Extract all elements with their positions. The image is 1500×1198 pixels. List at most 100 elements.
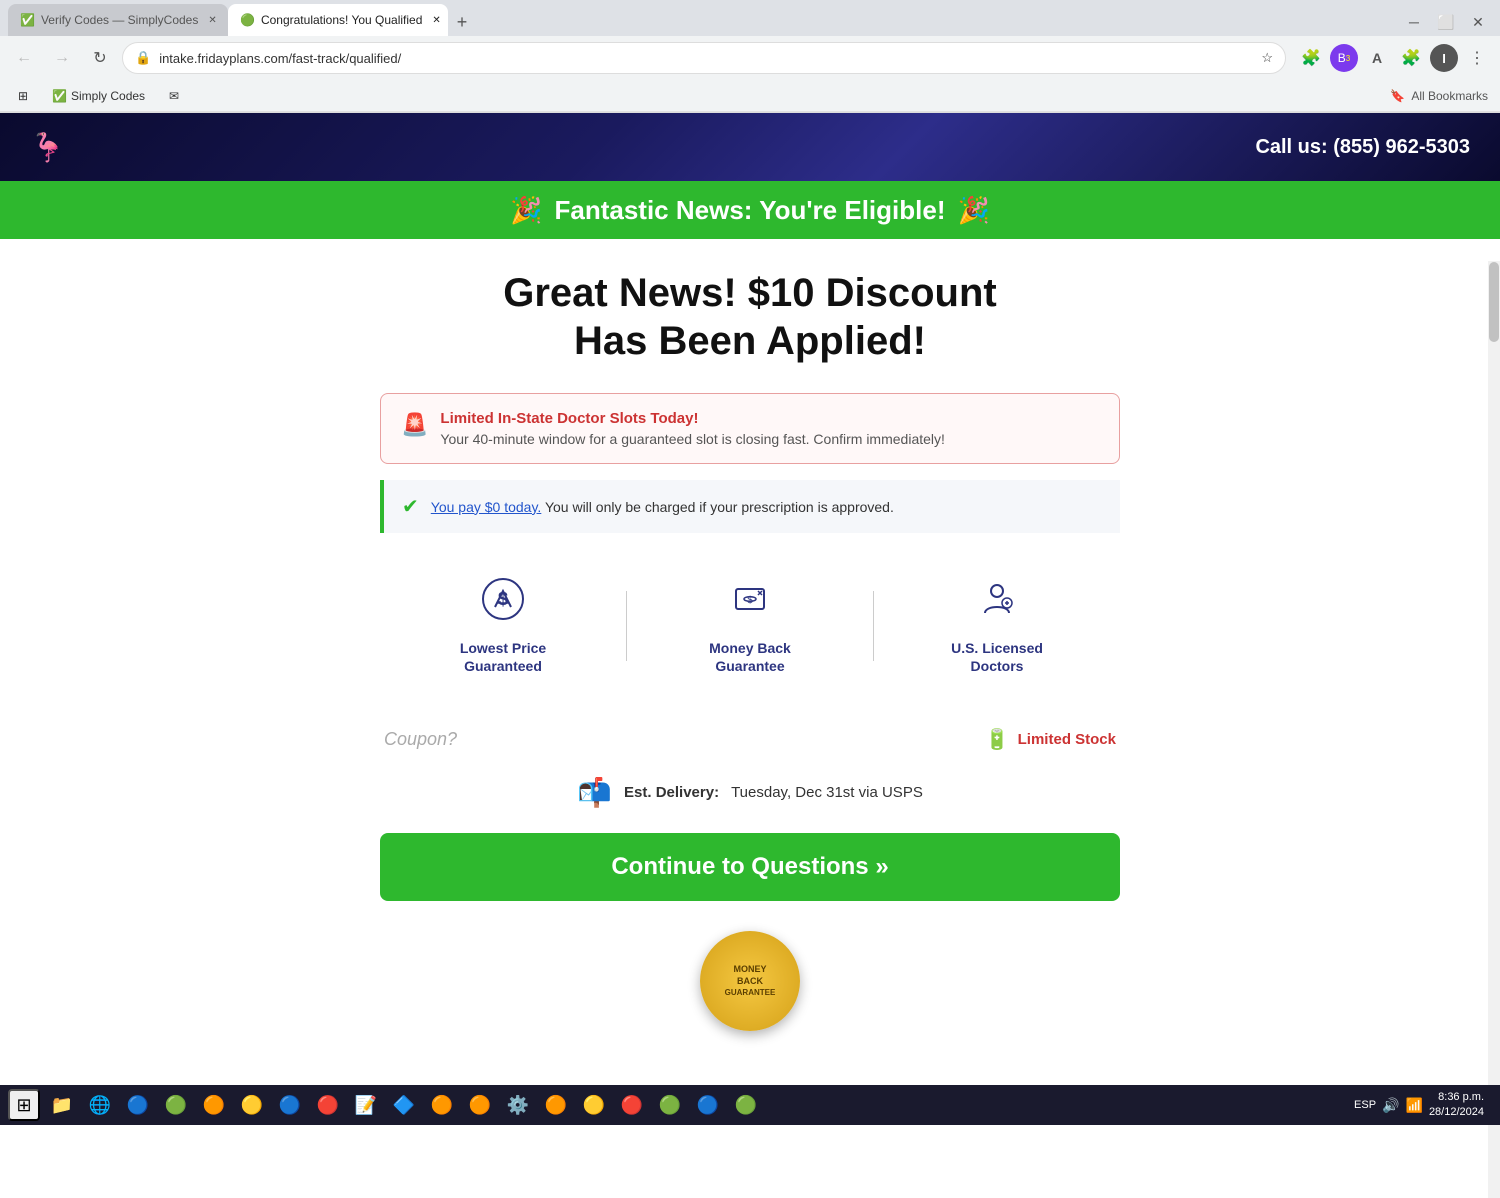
- tabs-bar: ✅ Verify Codes — SimplyCodes ✕ 🟢 Congrat…: [0, 0, 1500, 36]
- extension-icon-1[interactable]: 🧩: [1296, 43, 1326, 73]
- menu-button[interactable]: ⋮: [1462, 43, 1492, 73]
- alert-title: Limited In-State Doctor Slots Today!: [440, 410, 945, 427]
- simplycodes-favicon: ✅: [52, 89, 67, 103]
- delivery-label: Est. Delivery:: [624, 784, 719, 801]
- info-box: ✔ You pay $0 today. You will only be cha…: [380, 480, 1120, 533]
- cta-button[interactable]: Continue to Questions »: [380, 833, 1120, 901]
- call-us-text: Call us: (855) 962-5303: [1255, 136, 1470, 159]
- address-bar[interactable]: 🔒 intake.fridayplans.com/fast-track/qual…: [122, 42, 1286, 74]
- close-button[interactable]: ✕: [1464, 8, 1492, 36]
- all-bookmarks-label: All Bookmarks: [1411, 89, 1488, 103]
- flamingo-logo: 🦩: [30, 131, 65, 164]
- tab2-label: Congratulations! You Qualified: [261, 13, 422, 27]
- taskbar-apps: 📁 🌐 🔵 🟢 🟠 🟡 🔵 🔴 📝 🔷 🟠 🟠 ⚙️ 🟠 🟡 🔴 🟢 🔵 🟢: [44, 1087, 1350, 1123]
- taskbar-app-chrome[interactable]: 🌐: [82, 1087, 118, 1123]
- money-back-seal: MONEY BACK GUARANTEE: [700, 931, 800, 1031]
- new-tab-button[interactable]: +: [448, 8, 476, 36]
- pay-zero-link[interactable]: You pay $0 today.: [431, 499, 542, 515]
- taskbar-app-5[interactable]: 🟠: [196, 1087, 232, 1123]
- all-bookmarks-icon: 🔖: [1390, 89, 1405, 103]
- bookmark-gmail[interactable]: ✉: [163, 87, 185, 105]
- extension-icon-2[interactable]: B3: [1330, 44, 1358, 72]
- time-text: 8:36 p.m.: [1429, 1090, 1484, 1105]
- badge-doctors: U.S. LicensedDoctors: [874, 567, 1120, 685]
- start-button[interactable]: ⊞: [8, 1089, 40, 1121]
- address-bar-row: ← → ↻ 🔒 intake.fridayplans.com/fast-trac…: [0, 36, 1500, 80]
- taskbar-app-4[interactable]: 🟢: [158, 1087, 194, 1123]
- delivery-value: Tuesday, Dec 31st via USPS: [731, 784, 923, 801]
- volume-icon[interactable]: 🔊: [1382, 1097, 1399, 1114]
- main-title-line2: Has Been Applied!: [574, 319, 926, 363]
- taskbar-app-18[interactable]: 🔵: [690, 1087, 726, 1123]
- green-banner: 🎉 Fantastic News: You're Eligible! 🎉: [0, 181, 1500, 239]
- taskbar-time: 8:36 p.m. 28/12/2024: [1429, 1090, 1484, 1121]
- taskbar-app-7[interactable]: 🔵: [272, 1087, 308, 1123]
- alert-icon: 🚨: [401, 412, 428, 438]
- tab2-favicon: 🟢: [240, 13, 255, 27]
- logo-area: 🦩: [30, 131, 65, 164]
- bookmark-simplycodes[interactable]: ✅ Simply Codes: [46, 87, 151, 105]
- minimize-button[interactable]: ─: [1400, 8, 1428, 36]
- doctors-icon: [975, 577, 1019, 631]
- limited-stock-label: Limited Stock: [1018, 731, 1116, 748]
- translate-icon[interactable]: A: [1362, 43, 1392, 73]
- taskbar-app-11[interactable]: 🟠: [424, 1087, 460, 1123]
- scrollbar[interactable]: [1488, 261, 1500, 1198]
- scrollbar-thumb[interactable]: [1489, 262, 1499, 342]
- bookmarks-right[interactable]: 🔖 All Bookmarks: [1390, 89, 1488, 103]
- lock-icon: 🔒: [135, 50, 151, 66]
- taskbar-app-explorer[interactable]: 📁: [44, 1087, 80, 1123]
- taskbar-app-9[interactable]: 📝: [348, 1087, 384, 1123]
- tab-verify-codes[interactable]: ✅ Verify Codes — SimplyCodes ✕: [8, 4, 228, 36]
- url-text: intake.fridayplans.com/fast-track/qualif…: [159, 51, 1253, 66]
- badge-money-back: $ Money BackGuarantee: [627, 567, 873, 685]
- star-icon[interactable]: ☆: [1261, 50, 1273, 66]
- battery-icon: 🔋: [985, 727, 1010, 752]
- limited-stock: 🔋 Limited Stock: [985, 727, 1116, 752]
- tab2-close[interactable]: ✕: [432, 12, 440, 28]
- back-button[interactable]: ←: [8, 42, 40, 74]
- tab-congratulations[interactable]: 🟢 Congratulations! You Qualified ✕: [228, 4, 448, 36]
- browser-chrome: ✅ Verify Codes — SimplyCodes ✕ 🟢 Congrat…: [0, 0, 1500, 113]
- bookmark-apps[interactable]: ⊞: [12, 87, 34, 105]
- taskbar-app-14[interactable]: 🟠: [538, 1087, 574, 1123]
- taskbar-app-17[interactable]: 🟢: [652, 1087, 688, 1123]
- refresh-button[interactable]: ↻: [84, 42, 116, 74]
- tab1-favicon: ✅: [20, 13, 35, 27]
- taskbar-lang: ESP: [1354, 1099, 1376, 1111]
- network-icon[interactable]: 📶: [1406, 1097, 1423, 1114]
- profile-avatar[interactable]: I: [1430, 44, 1458, 72]
- badge-money-back-label: Money BackGuarantee: [709, 639, 791, 675]
- maximize-button[interactable]: ⬜: [1432, 8, 1460, 36]
- taskbar-app-8[interactable]: 🔴: [310, 1087, 346, 1123]
- info-rest: You will only be charged if your prescri…: [541, 499, 894, 515]
- apps-icon: ⊞: [18, 89, 28, 103]
- lowest-price-icon: $: [481, 577, 525, 631]
- green-banner-text: Fantastic News: You're Eligible!: [555, 195, 946, 226]
- taskbar-app-10[interactable]: 🔷: [386, 1087, 422, 1123]
- delivery-row: 📬 Est. Delivery: Tuesday, Dec 31st via U…: [380, 776, 1120, 809]
- taskbar-app-19[interactable]: 🟢: [728, 1087, 764, 1123]
- usps-icon: 📬: [577, 776, 612, 809]
- taskbar: ⊞ 📁 🌐 🔵 🟢 🟠 🟡 🔵 🔴 📝 🔷 🟠 🟠 ⚙️ 🟠 🟡 🔴 🟢 🔵 🟢…: [0, 1085, 1500, 1125]
- gmail-favicon: ✉: [169, 89, 179, 103]
- taskbar-app-13[interactable]: ⚙️: [500, 1087, 536, 1123]
- toolbar-icons: 🧩 B3 A 🧩 I ⋮: [1296, 43, 1492, 73]
- forward-button[interactable]: →: [46, 42, 78, 74]
- coupon-placeholder[interactable]: Coupon?: [384, 729, 457, 750]
- taskbar-app-3[interactable]: 🔵: [120, 1087, 156, 1123]
- taskbar-app-15[interactable]: 🟡: [576, 1087, 612, 1123]
- badge-doctors-label: U.S. LicensedDoctors: [951, 639, 1043, 675]
- money-back-icon: $: [728, 577, 772, 631]
- taskbar-app-12[interactable]: 🟠: [462, 1087, 498, 1123]
- bookmarks-bar: ⊞ ✅ Simply Codes ✉ 🔖 All Bookmarks: [0, 80, 1500, 112]
- extensions-button[interactable]: 🧩: [1396, 43, 1426, 73]
- date-text: 28/12/2024: [1429, 1105, 1484, 1120]
- taskbar-app-6[interactable]: 🟡: [234, 1087, 270, 1123]
- badge-lowest-price-label: Lowest PriceGuaranteed: [460, 639, 546, 675]
- tab1-close[interactable]: ✕: [208, 12, 216, 28]
- svg-text:$: $: [747, 595, 753, 606]
- main-title: Great News! $10 Discount Has Been Applie…: [380, 269, 1120, 365]
- taskbar-app-16[interactable]: 🔴: [614, 1087, 650, 1123]
- activate-windows-subtitle: Ve a Configuración para activar Windows.: [1239, 1060, 1480, 1075]
